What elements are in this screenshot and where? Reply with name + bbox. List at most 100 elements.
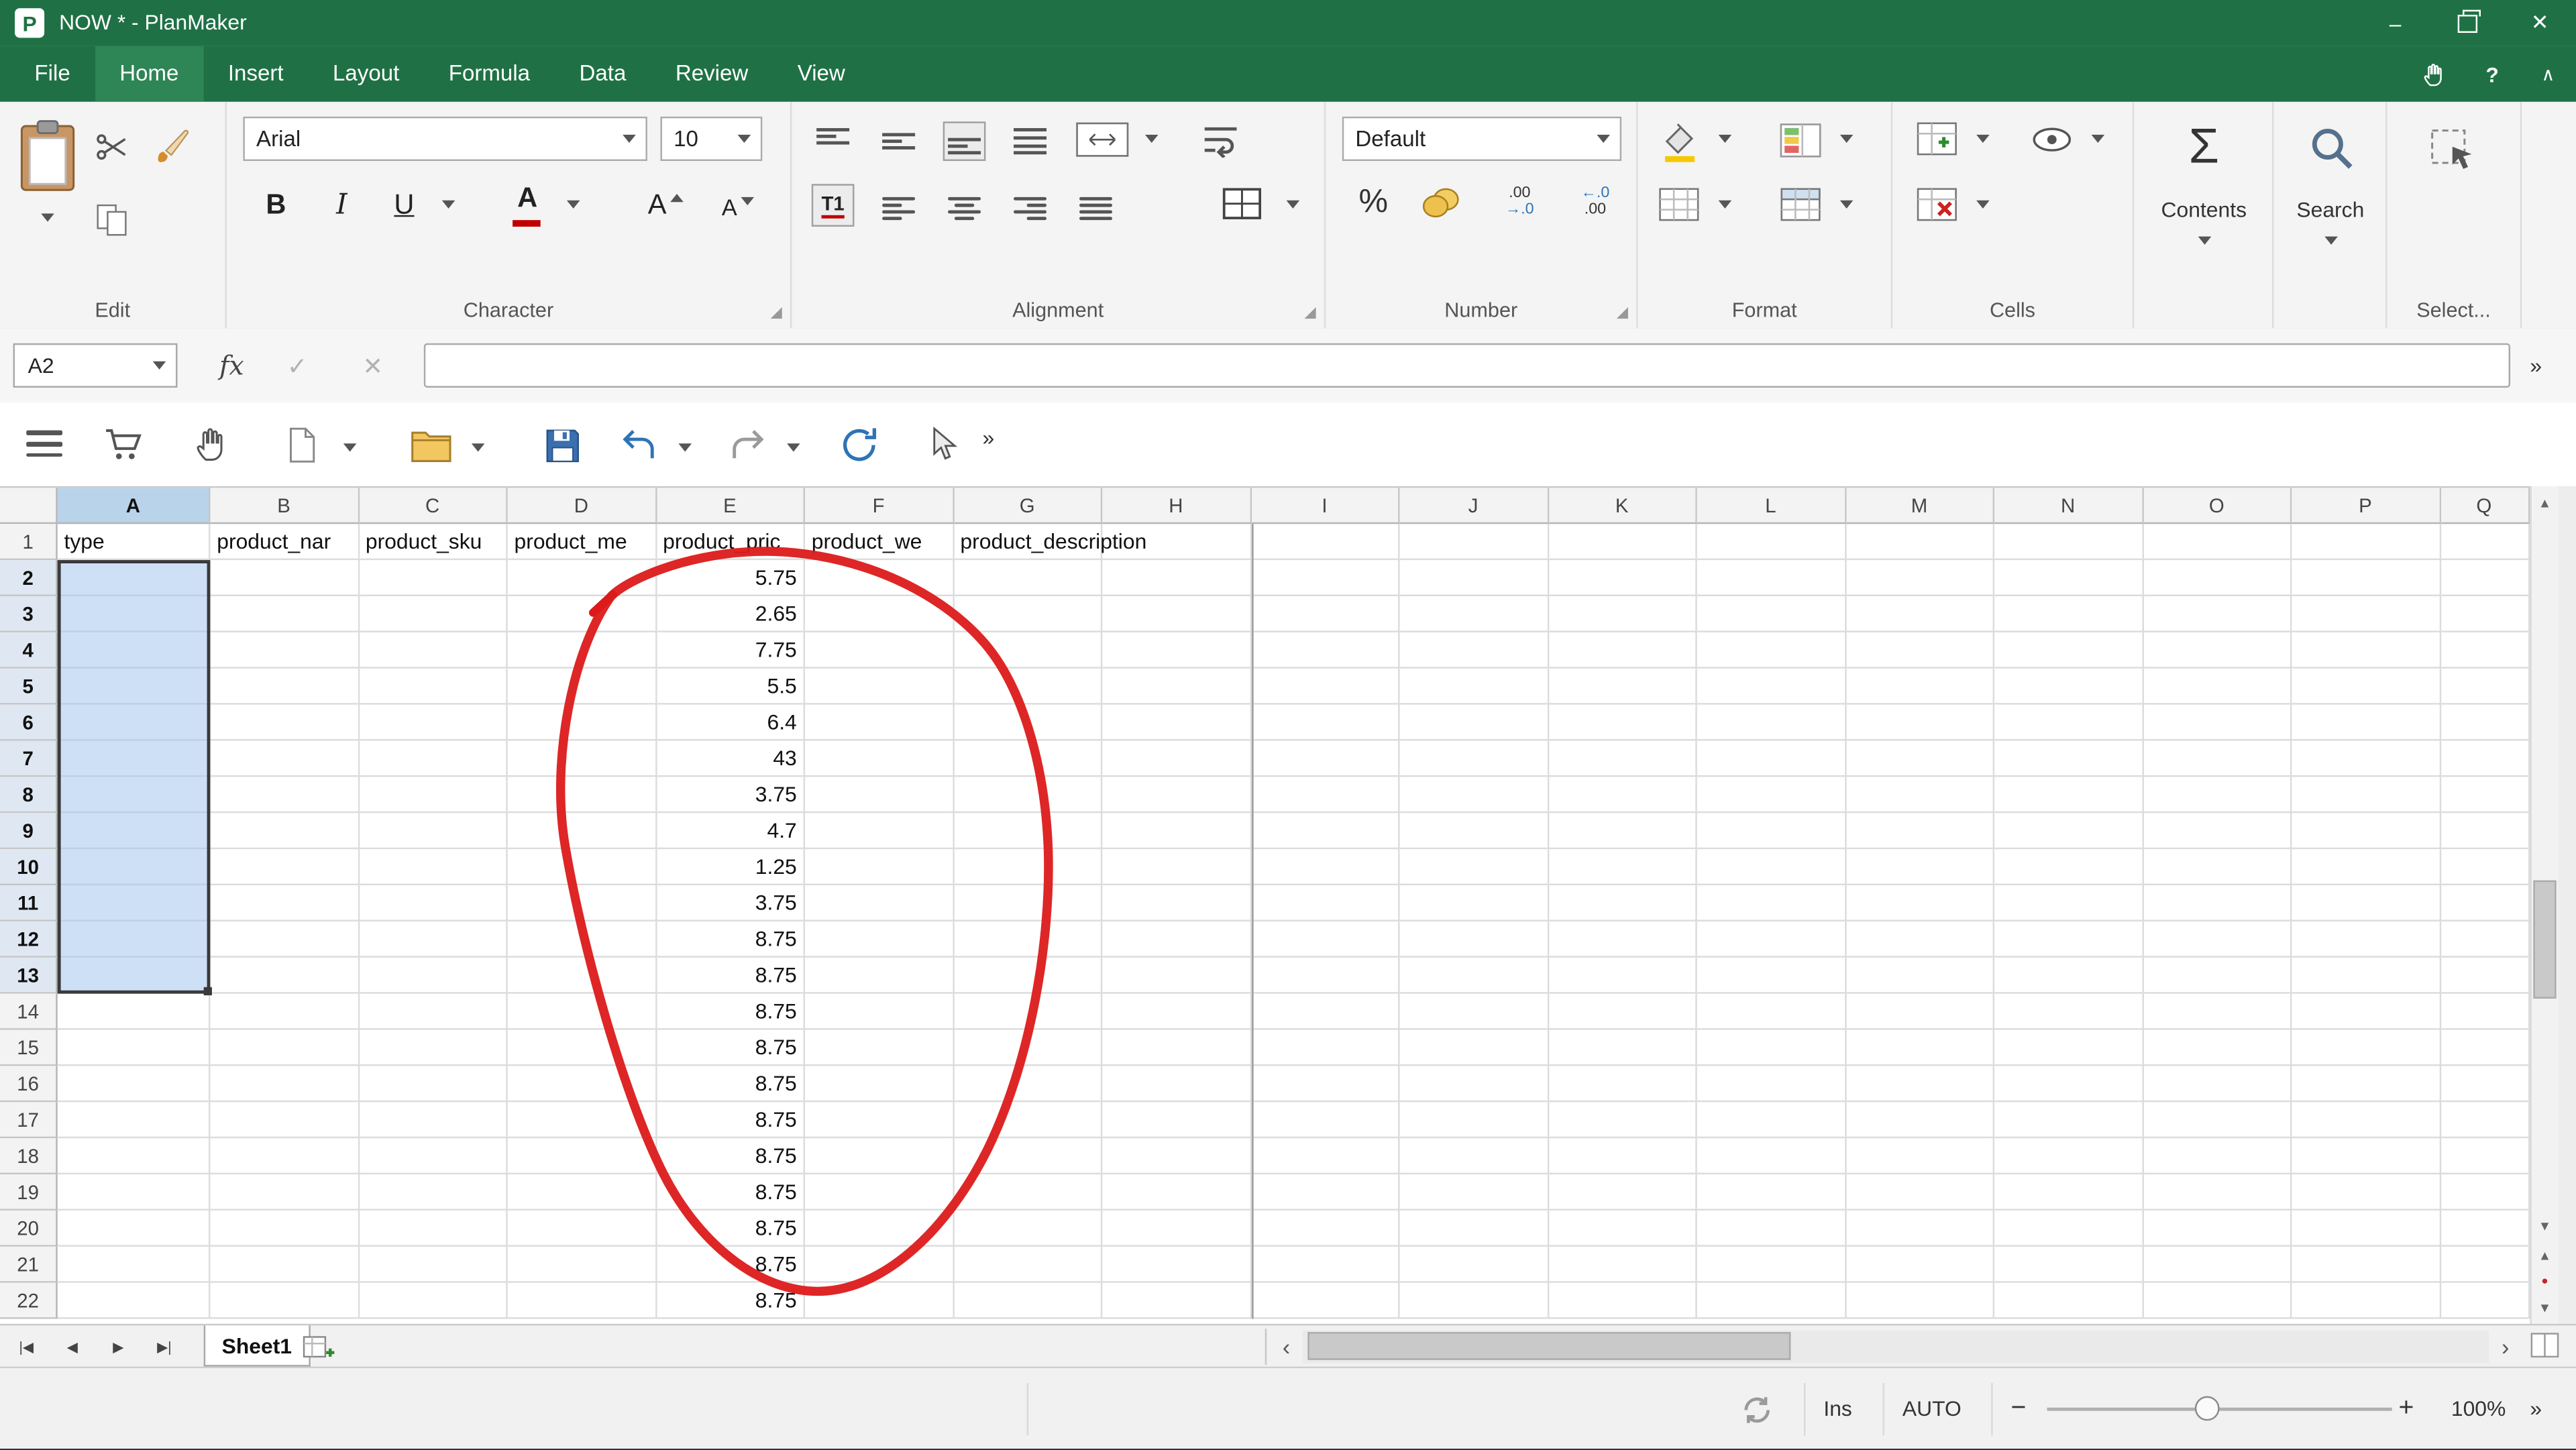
cell-B4[interactable]	[210, 632, 360, 669]
cell-J17[interactable]	[1399, 1102, 1549, 1139]
cell-J1[interactable]	[1399, 524, 1549, 561]
cell-N4[interactable]	[1994, 632, 2143, 669]
cell-Q10[interactable]	[2440, 849, 2530, 886]
cell-Q5[interactable]	[2440, 668, 2530, 705]
cell-D8[interactable]	[507, 777, 657, 814]
cell-H10[interactable]	[1102, 849, 1251, 886]
zoom-in-button[interactable]: +	[2399, 1368, 2414, 1450]
cell-C6[interactable]	[359, 704, 508, 741]
cell-D21[interactable]	[507, 1246, 657, 1283]
cell-B6[interactable]	[210, 704, 360, 741]
cell-H12[interactable]	[1102, 921, 1251, 958]
cell-C12[interactable]	[359, 921, 508, 958]
cell-M16[interactable]	[1845, 1066, 1995, 1103]
vertical-scrollbar[interactable]: ▲ ▼ ▲ ● ▼	[2530, 486, 2559, 1324]
cell-M14[interactable]	[1845, 993, 1995, 1030]
insert-function-button[interactable]: fx	[207, 343, 256, 388]
browse-next-button[interactable]: ▼	[2532, 1296, 2558, 1321]
cell-P19[interactable]	[2292, 1174, 2440, 1211]
cell-O21[interactable]	[2143, 1246, 2292, 1283]
cell-M2[interactable]	[1845, 560, 1995, 596]
cell-B10[interactable]	[210, 849, 360, 886]
cell-B19[interactable]	[210, 1174, 360, 1211]
zoom-level[interactable]: 100%	[2451, 1368, 2506, 1450]
cell-D5[interactable]	[507, 668, 657, 705]
cell-P10[interactable]	[2292, 849, 2440, 886]
cell-Q14[interactable]	[2440, 993, 2530, 1030]
paste-button[interactable]	[19, 118, 75, 194]
cell-H11[interactable]	[1102, 885, 1251, 922]
cell-L3[interactable]	[1697, 596, 1846, 632]
cell-E2[interactable]: 5.75	[656, 560, 806, 596]
text-orientation-button[interactable]: T1	[811, 184, 855, 227]
cell-L14[interactable]	[1697, 993, 1846, 1030]
cell-L6[interactable]	[1697, 704, 1846, 741]
cell-P1[interactable]	[2292, 524, 2440, 561]
cell-A19[interactable]	[57, 1174, 211, 1211]
cell-E7[interactable]: 43	[656, 740, 806, 777]
borders-button[interactable]	[1222, 187, 1262, 220]
cell-M11[interactable]	[1845, 885, 1995, 922]
column-header-N[interactable]: N	[1994, 488, 2143, 524]
cell-F3[interactable]	[805, 596, 954, 632]
merge-cells-button[interactable]	[1075, 121, 1130, 158]
zoom-slider-knob[interactable]	[2194, 1396, 2220, 1421]
cell-L18[interactable]	[1697, 1138, 1846, 1175]
cell-C15[interactable]	[359, 1029, 508, 1066]
cell-C13[interactable]	[359, 957, 508, 994]
cell-B5[interactable]	[210, 668, 360, 705]
cell-F1[interactable]: product_we	[805, 524, 954, 561]
cell-I3[interactable]	[1250, 596, 1400, 632]
menu-tab-insert[interactable]: Insert	[203, 46, 308, 102]
cell-O8[interactable]	[2143, 777, 2292, 814]
cell-B18[interactable]	[210, 1138, 360, 1175]
cell-Q15[interactable]	[2440, 1029, 2530, 1066]
undo-button[interactable]	[618, 425, 661, 465]
cell-C2[interactable]	[359, 560, 508, 596]
cell-K3[interactable]	[1548, 596, 1697, 632]
cell-J10[interactable]	[1399, 849, 1549, 886]
cell-P15[interactable]	[2292, 1029, 2440, 1066]
cell-J9[interactable]	[1399, 813, 1549, 850]
cell-D3[interactable]	[507, 596, 657, 632]
cell-L5[interactable]	[1697, 668, 1846, 705]
cell-O22[interactable]	[2143, 1282, 2292, 1319]
cell-J3[interactable]	[1399, 596, 1549, 632]
cell-F12[interactable]	[805, 921, 954, 958]
cell-M10[interactable]	[1845, 849, 1995, 886]
cell-K17[interactable]	[1548, 1102, 1697, 1139]
cell-O7[interactable]	[2143, 740, 2292, 777]
row-header-16[interactable]: 16	[0, 1066, 58, 1103]
cell-A15[interactable]	[57, 1029, 211, 1066]
cell-I19[interactable]	[1250, 1174, 1400, 1211]
cell-I20[interactable]	[1250, 1210, 1400, 1247]
format-painter-button[interactable]	[154, 125, 197, 168]
first-sheet-button[interactable]: |◀	[7, 1331, 46, 1363]
cell-H9[interactable]	[1102, 813, 1251, 850]
touch-mode-toolbar-button[interactable]	[191, 424, 231, 465]
cell-C9[interactable]	[359, 813, 508, 850]
cell-M9[interactable]	[1845, 813, 1995, 850]
cell-M4[interactable]	[1845, 632, 1995, 669]
cell-L1[interactable]	[1697, 524, 1846, 561]
cell-E5[interactable]: 5.5	[656, 668, 806, 705]
cell-L11[interactable]	[1697, 885, 1846, 922]
number-format-select[interactable]: Default	[1342, 116, 1622, 162]
cell-E9[interactable]: 4.7	[656, 813, 806, 850]
font-name-select[interactable]: Arial	[243, 116, 647, 162]
cell-I22[interactable]	[1250, 1282, 1400, 1319]
cell-F13[interactable]	[805, 957, 954, 994]
cell-F20[interactable]	[805, 1210, 954, 1247]
insert-cells-button[interactable]	[1916, 121, 1959, 156]
formula-bar-overflow[interactable]: »	[2530, 329, 2542, 402]
row-header-4[interactable]: 4	[0, 632, 58, 669]
cell-N5[interactable]	[1994, 668, 2143, 705]
column-header-E[interactable]: E	[656, 488, 806, 524]
cell-P20[interactable]	[2292, 1210, 2440, 1247]
cell-K2[interactable]	[1548, 560, 1697, 596]
cell-O17[interactable]	[2143, 1102, 2292, 1139]
cell-Q11[interactable]	[2440, 885, 2530, 922]
row-header-19[interactable]: 19	[0, 1174, 58, 1211]
cell-I5[interactable]	[1250, 668, 1400, 705]
cell-C21[interactable]	[359, 1246, 508, 1283]
